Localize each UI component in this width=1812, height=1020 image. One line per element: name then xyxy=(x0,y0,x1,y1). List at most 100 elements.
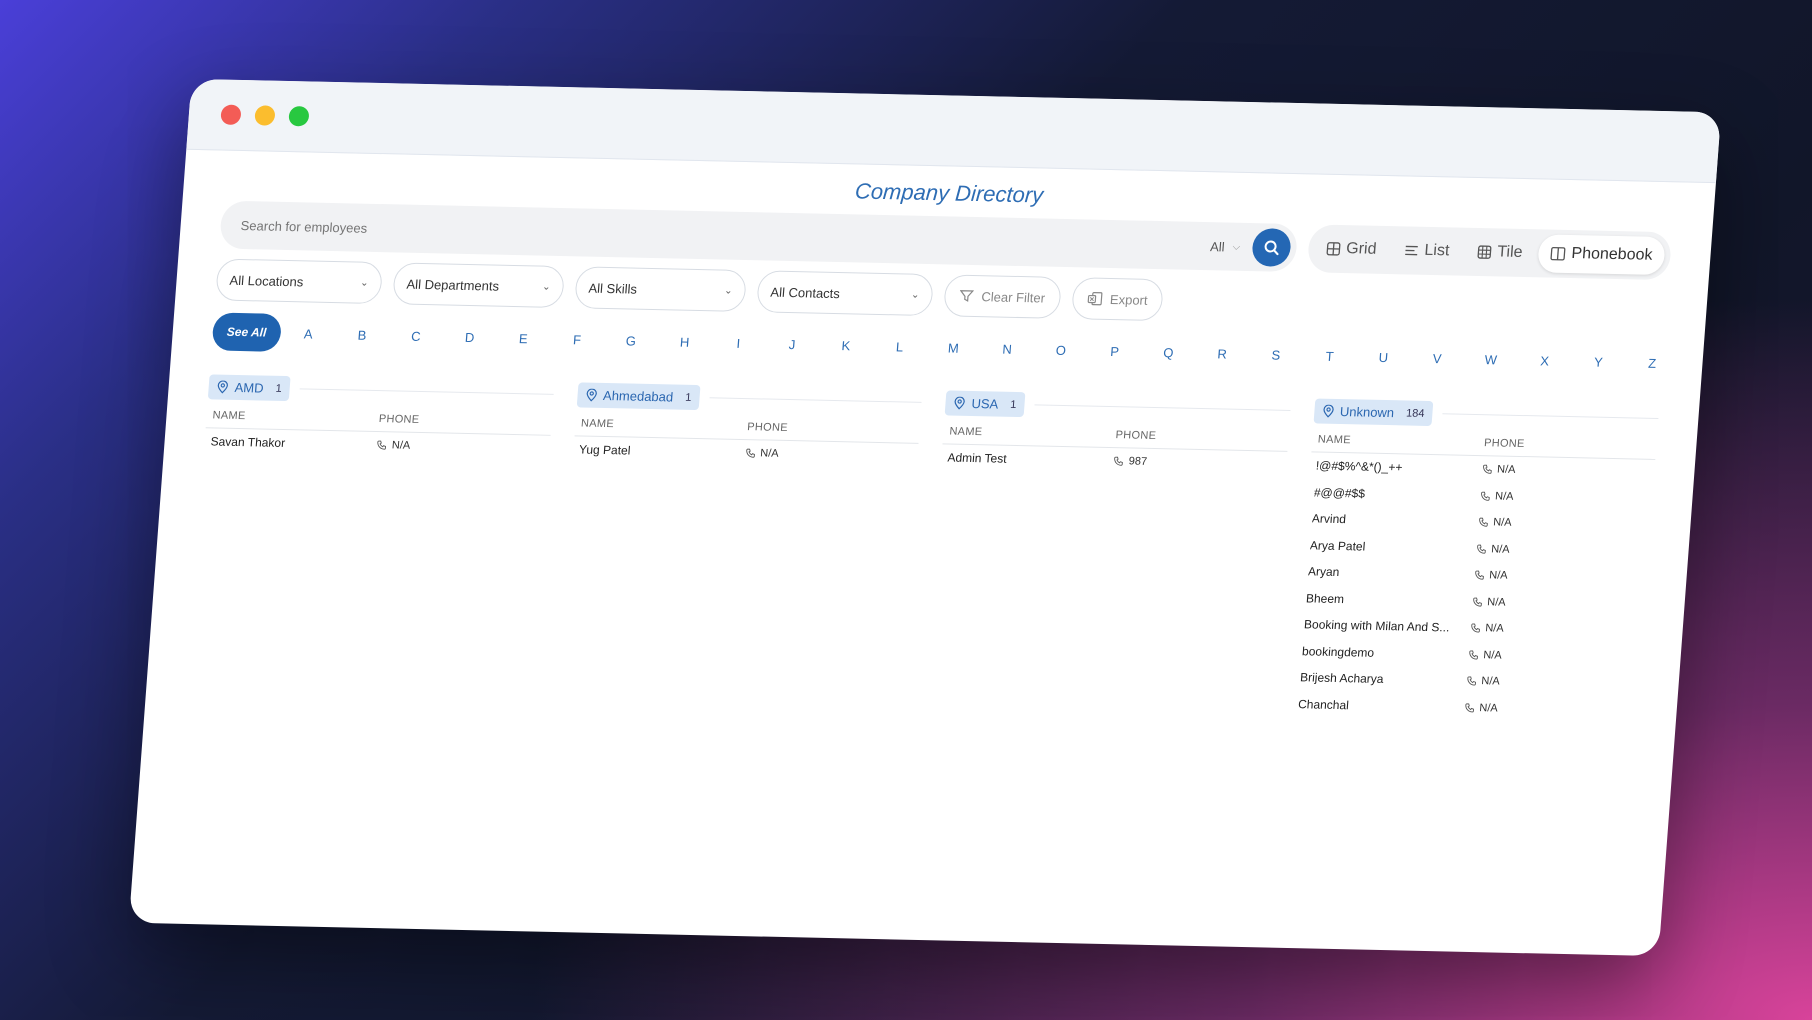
employee-name: Bheem xyxy=(1305,591,1345,606)
employee-phone: N/A xyxy=(1480,490,1647,506)
letter-u[interactable]: U xyxy=(1373,349,1394,364)
location-tag[interactable]: AMD 1 xyxy=(207,374,291,402)
chevron-down-icon: ⌵ xyxy=(1232,241,1241,253)
search-button[interactable] xyxy=(1250,228,1292,267)
view-list-button[interactable]: List xyxy=(1391,231,1463,270)
departments-select-value: All Departments xyxy=(406,276,500,294)
letter-m[interactable]: M xyxy=(943,340,964,355)
maximize-window-button[interactable] xyxy=(288,106,310,127)
location-name: Unknown xyxy=(1339,404,1395,421)
letter-j[interactable]: J xyxy=(782,336,803,352)
employee-name: Booking with Milan And S... xyxy=(1303,617,1450,635)
column-headers: NAME PHONE xyxy=(943,425,1288,444)
export-label: Export xyxy=(1109,291,1149,308)
search-scope-select[interactable]: All ⌵ xyxy=(1210,239,1241,255)
letter-h[interactable]: H xyxy=(674,334,695,349)
letter-f[interactable]: F xyxy=(567,332,588,347)
locations-select[interactable]: All Locations ⌄ xyxy=(215,258,384,305)
letter-a[interactable]: A xyxy=(298,326,319,341)
letter-e[interactable]: E xyxy=(513,330,534,346)
letter-t[interactable]: T xyxy=(1319,348,1340,363)
locations-select-value: All Locations xyxy=(229,272,304,289)
phone-column-header: PHONE xyxy=(1483,437,1526,451)
letter-o[interactable]: O xyxy=(1050,342,1071,357)
employee-phone: N/A xyxy=(1478,516,1645,532)
chevron-down-icon: ⌄ xyxy=(910,289,920,301)
export-icon xyxy=(1087,292,1103,306)
name-column-header: NAME xyxy=(580,417,615,431)
view-tile-button[interactable]: Tile xyxy=(1464,233,1536,272)
letter-q[interactable]: Q xyxy=(1158,345,1179,360)
divider xyxy=(1034,404,1290,411)
letter-d[interactable]: D xyxy=(459,329,480,344)
location-count: 184 xyxy=(1405,406,1425,420)
list-icon xyxy=(1405,245,1418,256)
departments-select[interactable]: All Departments ⌄ xyxy=(392,262,566,309)
employee-phone: N/A xyxy=(1472,596,1639,612)
letter-r[interactable]: R xyxy=(1212,346,1233,361)
phone-value: N/A xyxy=(1478,701,1499,715)
main-content: Company Directory All ⌵ xyxy=(146,164,1715,726)
phone-value: N/A xyxy=(1494,490,1514,503)
phone-icon xyxy=(1473,597,1482,607)
view-switcher: Grid List Tile Phonebook xyxy=(1306,224,1673,281)
letter-i[interactable]: I xyxy=(728,335,749,350)
location-pin-icon xyxy=(586,388,597,402)
location-group-ahmedabad: Ahmedabad 1 NAME PHONE Yug Patel N/A xyxy=(554,382,922,708)
chevron-down-icon: ⌄ xyxy=(723,285,733,297)
letter-g[interactable]: G xyxy=(620,333,641,348)
phone-icon xyxy=(1471,623,1480,633)
view-grid-label: Grid xyxy=(1345,240,1378,258)
view-grid-button[interactable]: Grid xyxy=(1313,229,1390,269)
group-header: Unknown 184 xyxy=(1313,398,1659,430)
title-bar xyxy=(186,78,1722,184)
close-window-button[interactable] xyxy=(220,104,242,125)
phone-icon xyxy=(1114,456,1124,466)
location-pin-icon xyxy=(954,396,965,410)
phone-value: N/A xyxy=(1490,543,1510,556)
letter-l[interactable]: L xyxy=(889,339,910,354)
letter-list: A B C D E F G H I J K L M N O P Q R S T xyxy=(298,326,1663,371)
letter-z[interactable]: Z xyxy=(1642,355,1663,370)
see-all-button[interactable]: See All xyxy=(211,312,282,352)
letter-x[interactable]: X xyxy=(1534,353,1555,368)
employee-name: Admin Test xyxy=(946,450,1008,466)
skills-select[interactable]: All Skills ⌄ xyxy=(574,266,748,313)
letter-n[interactable]: N xyxy=(997,341,1018,356)
export-button[interactable]: Export xyxy=(1070,277,1165,322)
location-tag[interactable]: Ahmedabad 1 xyxy=(576,382,701,411)
clear-filter-button[interactable]: Clear Filter xyxy=(942,274,1062,319)
divider xyxy=(299,388,554,395)
employee-name: Arya Patel xyxy=(1309,538,1366,554)
letter-s[interactable]: S xyxy=(1265,347,1286,362)
letter-y[interactable]: Y xyxy=(1588,354,1609,369)
phone-value: N/A xyxy=(1482,648,1503,662)
employee-name: !@#$%^&*()_++ xyxy=(1315,458,1403,475)
chevron-down-icon: ⌄ xyxy=(359,277,370,289)
contacts-select[interactable]: All Contacts ⌄ xyxy=(755,270,935,317)
employee-phone: N/A xyxy=(1470,622,1637,638)
group-header: AMD 1 xyxy=(207,374,554,406)
minimize-window-button[interactable] xyxy=(254,105,276,126)
view-phonebook-label: Phonebook xyxy=(1570,245,1654,264)
phone-icon xyxy=(746,448,755,458)
letter-c[interactable]: C xyxy=(405,328,426,343)
name-column-header: NAME xyxy=(948,425,983,439)
letter-p[interactable]: P xyxy=(1104,343,1125,359)
employee-name: Chanchal xyxy=(1297,696,1350,713)
name-column-header: NAME xyxy=(212,409,247,423)
letter-b[interactable]: B xyxy=(352,327,373,342)
letter-w[interactable]: W xyxy=(1480,352,1501,367)
letter-v[interactable]: V xyxy=(1427,350,1448,366)
location-tag[interactable]: USA 1 xyxy=(944,390,1026,418)
view-phonebook-button[interactable]: Phonebook xyxy=(1537,234,1666,276)
chevron-down-icon: ⌄ xyxy=(541,281,552,293)
employee-phone: N/A xyxy=(1466,675,1633,691)
search-input[interactable] xyxy=(238,216,1211,255)
employee-name: Arvind xyxy=(1311,511,1347,527)
location-name: AMD xyxy=(234,379,265,396)
employee-phone: N/A xyxy=(1476,543,1643,559)
letter-k[interactable]: K xyxy=(835,338,856,353)
location-tag[interactable]: Unknown 184 xyxy=(1313,398,1434,427)
location-pin-icon xyxy=(1322,404,1334,418)
